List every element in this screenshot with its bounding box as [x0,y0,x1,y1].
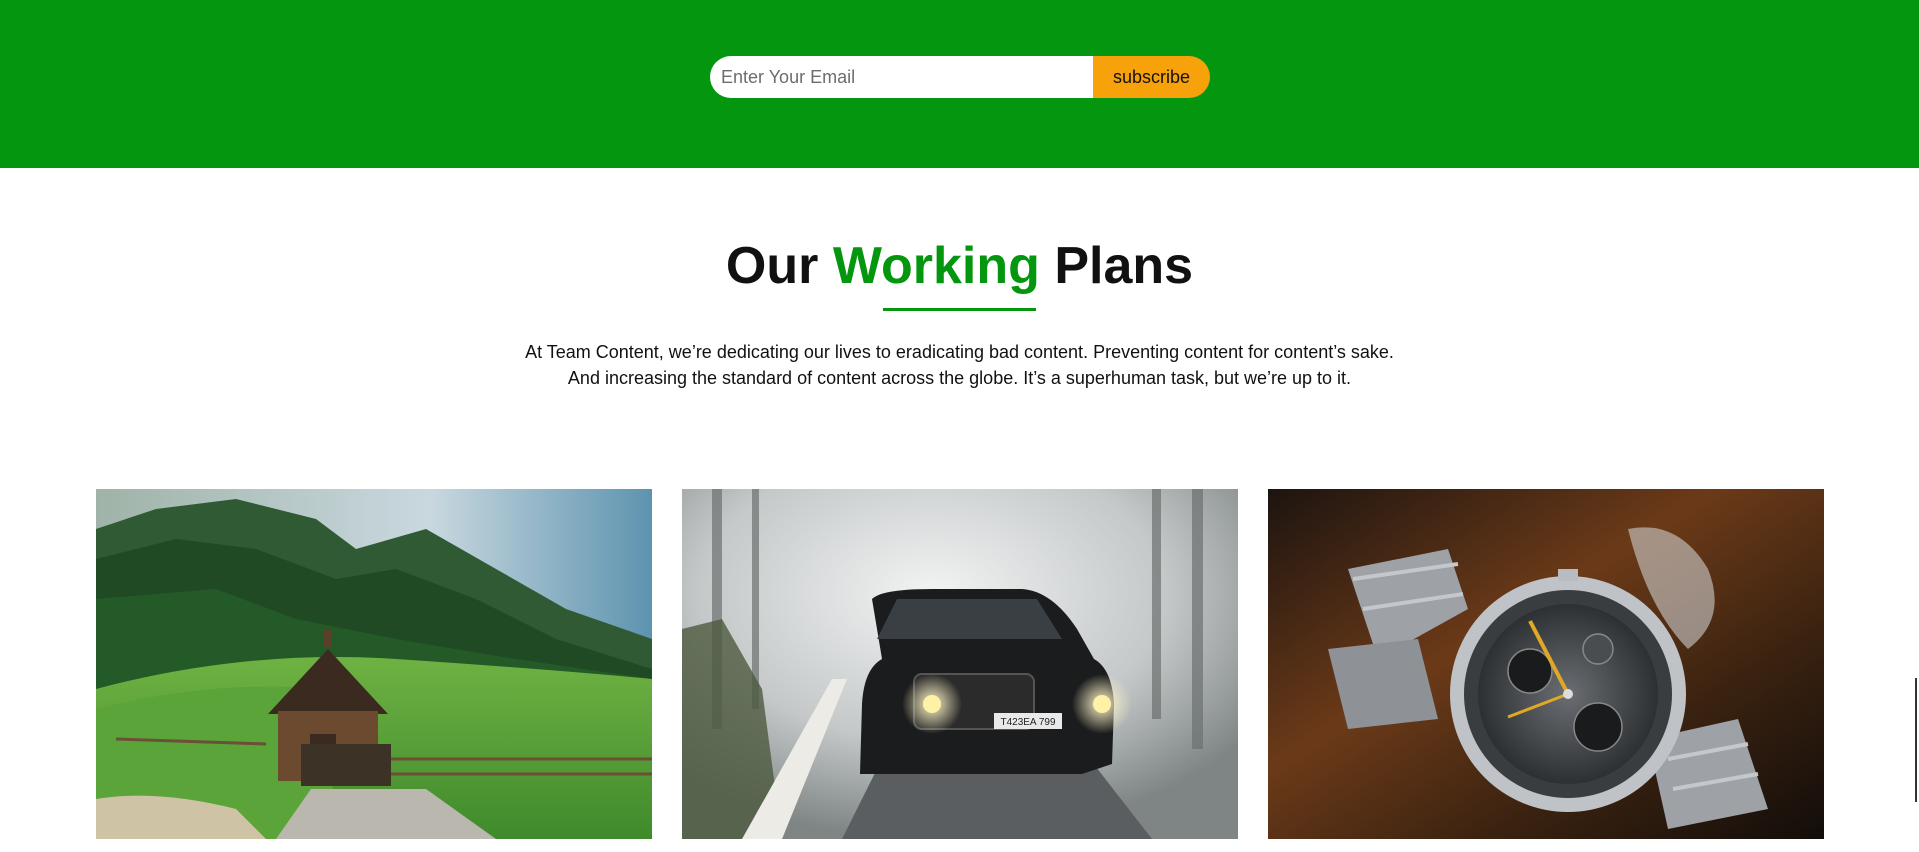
title-part-2: Plans [1039,237,1194,295]
description-line-2: And increasing the standard of content a… [567,368,1352,388]
plan-image-watch [1268,489,1824,839]
scrollbar-thumb[interactable] [1915,678,1917,802]
title-part-1: Our [725,237,833,295]
section-title: Our Working Plans [0,235,1919,297]
car-illustration: T423EA 799 [682,489,1238,839]
description-line-1: At Team Content, we’re dedicating our li… [525,342,1394,362]
email-input[interactable] [710,56,1093,98]
license-plate: T423EA 799 [1000,717,1055,728]
subscribe-button[interactable]: subscribe [1093,56,1210,98]
section-description: At Team Content, we’re dedicating our li… [0,339,1919,391]
plan-image-car: T423EA 799 [682,489,1238,839]
subscribe-form: subscribe [710,56,1210,98]
title-accent: Working [832,237,1040,295]
plan-image-cabin [96,489,652,839]
cabin-illustration [96,489,652,839]
watch-illustration [1268,489,1824,839]
title-underline [883,308,1036,311]
newsletter-banner: subscribe [0,0,1919,168]
